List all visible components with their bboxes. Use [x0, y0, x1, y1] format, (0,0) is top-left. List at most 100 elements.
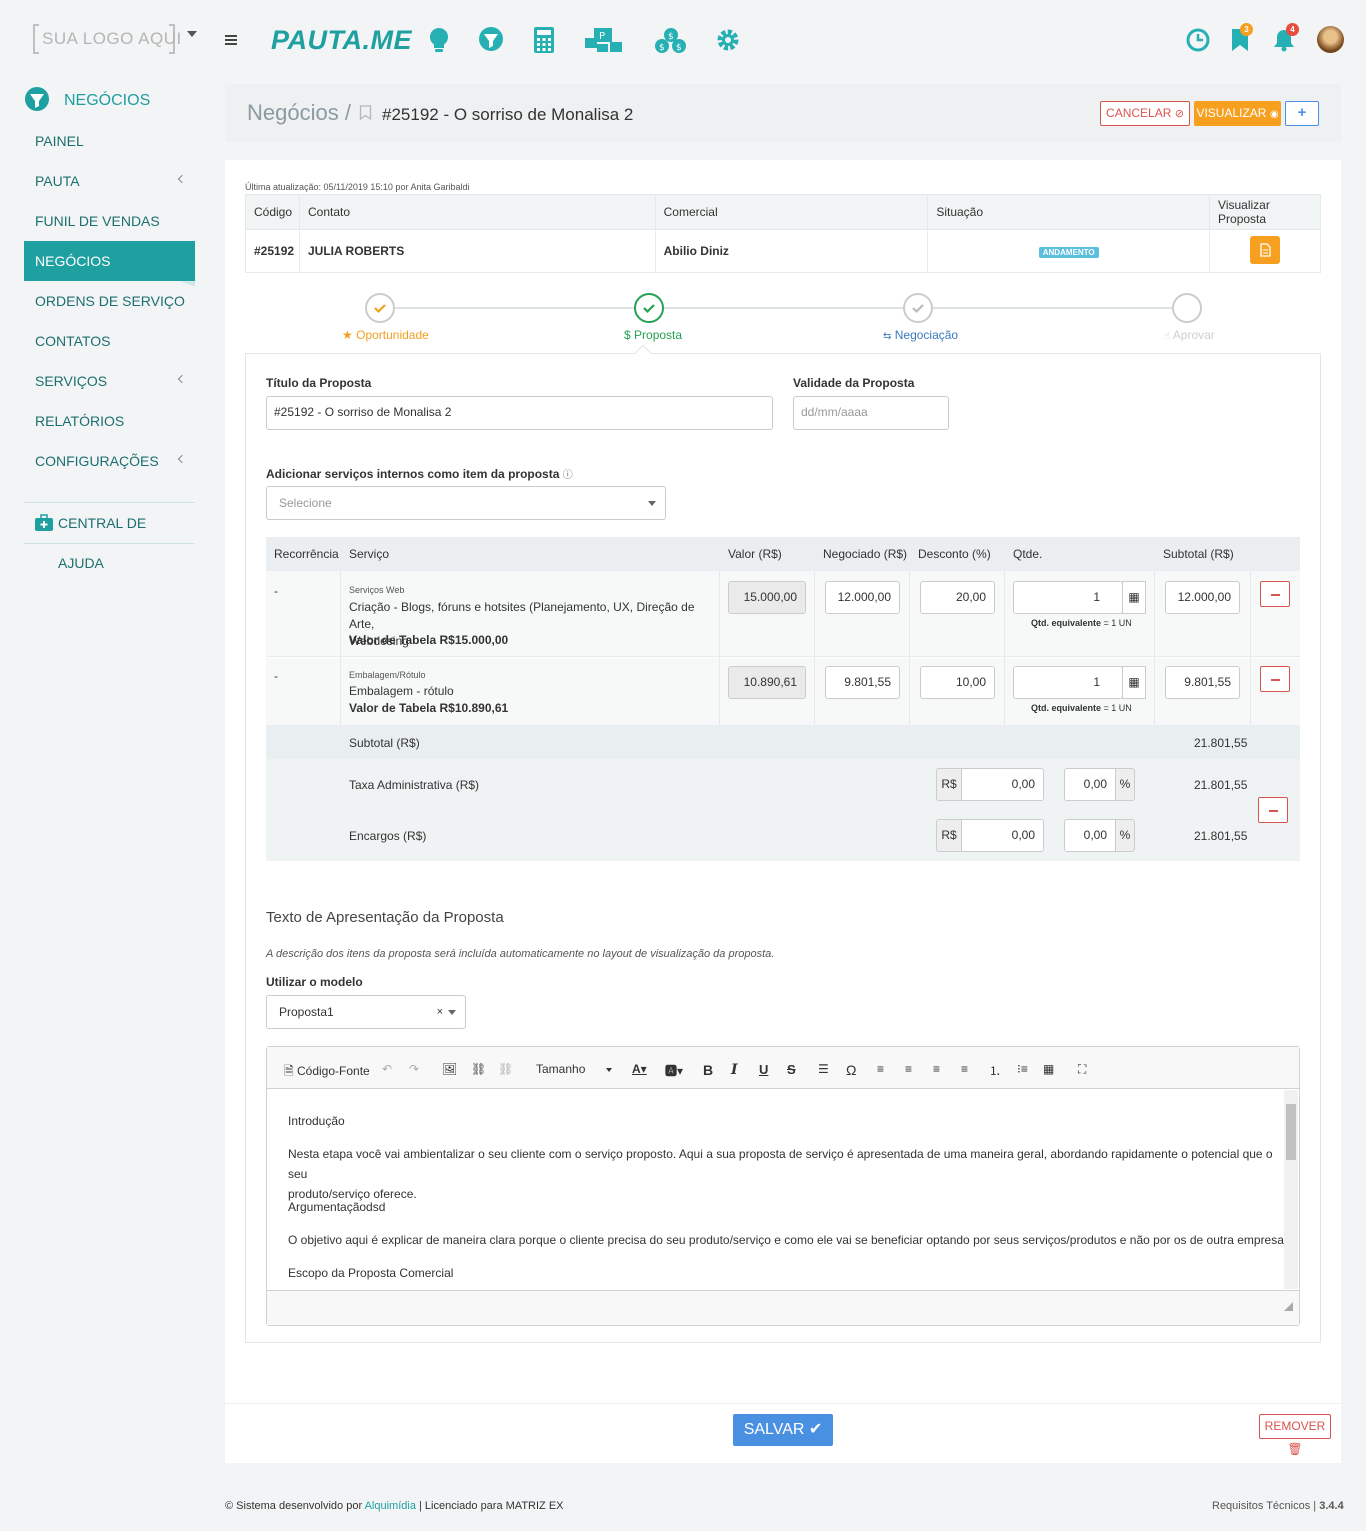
sidebar-item-servicos[interactable]: SERVIÇOS: [24, 361, 195, 401]
special-char-icon[interactable]: Ω: [846, 1062, 856, 1078]
row2-qty-input[interactable]: 1: [1013, 666, 1123, 699]
remove-button[interactable]: REMOVER 🗑: [1259, 1414, 1331, 1456]
bg-color-icon[interactable]: 🅰▾: [665, 1062, 683, 1079]
footer-credits: © Sistema desenvolvido por Alquimídia | …: [225, 1500, 564, 1512]
row2-negotiated-input[interactable]: 9.801,55: [825, 666, 900, 699]
validity-label: Validade da Proposta: [793, 376, 915, 390]
editor-paragraph[interactable]: Nesta etapa você vai ambientalizar o seu…: [288, 1144, 1273, 1204]
step-negociacao[interactable]: [903, 293, 933, 323]
editor-scrollbar[interactable]: [1284, 1090, 1298, 1289]
avatar[interactable]: [1317, 26, 1344, 53]
calculator-icon[interactable]: [533, 26, 555, 54]
sidebar-help-link[interactable]: CENTRAL DE AJUDA: [24, 502, 195, 571]
remove-row-button[interactable]: [1260, 666, 1290, 692]
check-icon: [643, 304, 655, 314]
requirements-link[interactable]: Requisitos Técnicos |: [1212, 1500, 1316, 1512]
align-left-icon[interactable]: ≡: [877, 1062, 884, 1076]
align-center-icon[interactable]: ≡: [905, 1062, 912, 1076]
unlink-icon[interactable]: ⛓: [498, 1062, 513, 1076]
text-color-icon[interactable]: A▾: [632, 1062, 647, 1076]
source-code-button[interactable]: 🗎 Código-Fonte: [284, 1062, 370, 1083]
row2-discount-input[interactable]: 10,00: [920, 666, 995, 699]
clock-icon[interactable]: [1186, 28, 1210, 52]
view-button[interactable]: VISUALIZAR ◉: [1194, 101, 1281, 126]
redo-icon[interactable]: ↷: [409, 1062, 419, 1076]
sidebar-item-funil[interactable]: FUNIL DE VENDAS: [24, 201, 195, 241]
step-label-negociacao: ⇆ Negociação: [883, 328, 959, 342]
sidebar-item-relatorios[interactable]: RELATÓRIOS: [24, 401, 195, 441]
row1-negotiated-input[interactable]: 12.000,00: [825, 581, 900, 614]
fullscreen-icon[interactable]: ⛶: [1078, 1062, 1086, 1077]
remove-fees-button[interactable]: [1258, 797, 1288, 823]
company-logo[interactable]: SUA LOGO AQUI: [33, 24, 181, 54]
link-icon[interactable]: ⛓: [471, 1062, 486, 1076]
resize-handle-icon[interactable]: [1284, 1302, 1293, 1311]
save-button[interactable]: SALVAR ✔: [733, 1414, 833, 1446]
bookmark-outline-icon[interactable]: [359, 105, 372, 121]
strikethrough-icon[interactable]: S: [787, 1062, 796, 1077]
charges-percent-addon: %: [1115, 819, 1135, 852]
remove-row-button[interactable]: [1260, 581, 1290, 607]
col-recorrencia: Recorrência: [266, 537, 341, 571]
sidebar-item-configuracoes[interactable]: CONFIGURAÇÕES: [24, 441, 195, 481]
tax-label: Taxa Administrativa (R$): [349, 778, 480, 792]
sidebar-item-ordens[interactable]: ORDENS DE SERVIÇO: [24, 281, 195, 321]
col-negociado: Negociado (R$): [815, 537, 910, 571]
model-select[interactable]: Proposta1 ×: [266, 995, 466, 1029]
tax-value-input[interactable]: 0,00: [961, 768, 1044, 801]
validity-date-input[interactable]: dd/mm/aaaa: [793, 396, 949, 430]
sidebar-item-negocios[interactable]: NEGÓCIOS: [24, 241, 195, 281]
services-select[interactable]: Selecione: [266, 486, 666, 520]
menu-toggle-icon[interactable]: [225, 35, 237, 45]
underline-icon[interactable]: U: [759, 1062, 768, 1077]
cancel-button[interactable]: CANCELAR ⊘: [1100, 101, 1190, 126]
sidebar-item-painel[interactable]: PAINEL: [24, 121, 195, 161]
row2-subtotal-input[interactable]: 9.801,55: [1165, 666, 1240, 699]
col-comercial: Comercial: [654, 194, 929, 230]
image-icon[interactable]: 🖼: [442, 1062, 457, 1076]
gear-icon[interactable]: [715, 26, 741, 54]
italic-icon[interactable]: I: [731, 1062, 738, 1078]
breadcrumb[interactable]: Negócios /: [247, 100, 351, 126]
footer-link[interactable]: Alquimídia: [365, 1500, 416, 1512]
step-proposta[interactable]: [634, 293, 664, 323]
subtotal-value: 21.801,55: [1194, 736, 1248, 750]
align-right-icon[interactable]: ≡: [933, 1062, 940, 1076]
undo-icon[interactable]: ↶: [382, 1062, 392, 1076]
proposal-title-input[interactable]: #25192 - O sorriso de Monalisa 2: [266, 396, 773, 430]
brand-logo[interactable]: PAUTA.ME: [271, 25, 412, 56]
step-aprovar[interactable]: [1172, 293, 1202, 323]
coins-icon[interactable]: $ $ $: [654, 26, 688, 56]
row1-qty-input[interactable]: 1: [1013, 581, 1123, 614]
calculator-icon[interactable]: ▦: [1122, 581, 1146, 614]
charges-percent-input[interactable]: 0,00: [1064, 819, 1116, 852]
editor-paragraph[interactable]: O objetivo aqui é explicar de maneira cl…: [288, 1230, 1287, 1250]
add-button[interactable]: +: [1285, 101, 1319, 126]
sidebar-item-contatos[interactable]: CONTATOS: [24, 321, 195, 361]
col-valor: Valor (R$): [720, 537, 815, 571]
step-oportunidade[interactable]: [365, 293, 395, 323]
tax-percent-input[interactable]: 0,00: [1064, 768, 1116, 801]
charges-value-input[interactable]: 0,00: [961, 819, 1044, 852]
calculator-icon[interactable]: ▦: [1122, 666, 1146, 699]
ordered-list-icon[interactable]: ⒈: [989, 1062, 1001, 1079]
editor-paragraph[interactable]: Argumentaçãodsd: [288, 1197, 385, 1217]
logo-dropdown-caret[interactable]: [187, 31, 197, 37]
editor-paragraph[interactable]: Introdução: [288, 1111, 345, 1131]
deal-contact[interactable]: JULIA ROBERTS: [298, 229, 656, 273]
stepper-track: [395, 307, 1187, 309]
bullet-list-icon[interactable]: ⁝≡: [1017, 1062, 1028, 1076]
funnel-icon[interactable]: [478, 26, 504, 54]
justify-icon[interactable]: ≡: [961, 1062, 968, 1076]
row1-discount-input[interactable]: 20,00: [920, 581, 995, 614]
lightbulb-icon[interactable]: [427, 26, 451, 56]
editor-paragraph[interactable]: Escopo da Proposta Comercial: [288, 1263, 453, 1283]
board-icon[interactable]: P: [584, 26, 624, 54]
row1-subtotal-input[interactable]: 12.000,00: [1165, 581, 1240, 614]
horizontal-rule-icon[interactable]: ☰: [818, 1062, 829, 1076]
font-size-select[interactable]: Tamanho: [536, 1062, 614, 1076]
bold-icon[interactable]: B: [703, 1062, 713, 1078]
table-icon[interactable]: ▦: [1043, 1062, 1054, 1076]
sidebar-item-pauta[interactable]: PAUTA: [24, 161, 195, 201]
view-proposal-button[interactable]: [1250, 235, 1281, 264]
